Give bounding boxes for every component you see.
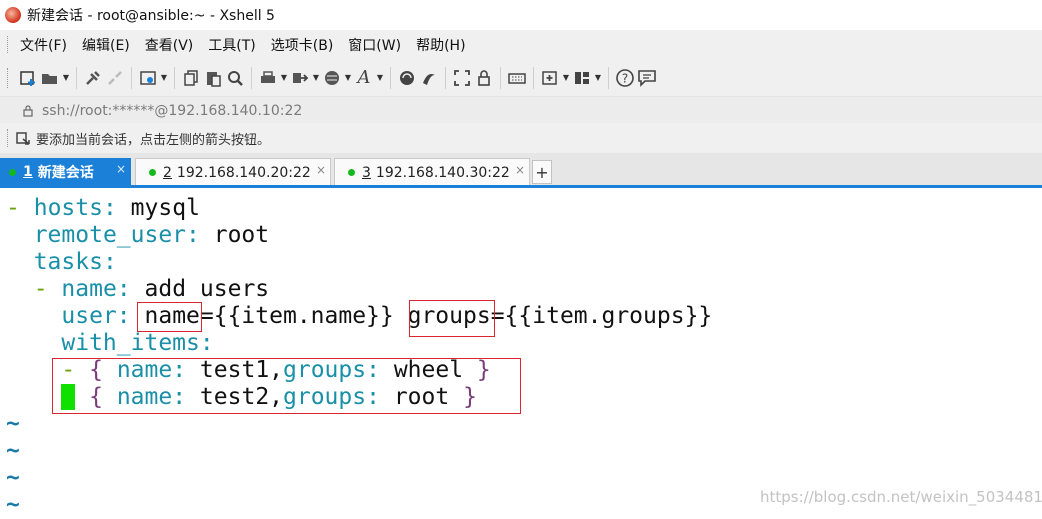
menu-file[interactable]: 文件(F) [20, 35, 67, 55]
add-tab-button[interactable]: + [532, 160, 552, 184]
connect-icon[interactable] [82, 67, 104, 89]
connected-status-icon [348, 169, 355, 176]
open-dropdown-icon[interactable]: ▼ [61, 73, 71, 82]
layout-dropdown-icon[interactable]: ▼ [593, 73, 603, 82]
toolbar-separator [174, 66, 175, 89]
svg-text:?: ? [622, 71, 628, 85]
font-dropdown-icon[interactable]: ▼ [375, 73, 385, 82]
new-tab-icon[interactable] [539, 67, 561, 89]
session-address: ssh://root:******@192.168.140.10:22 [42, 102, 303, 119]
terminal-line-2: remote_user: root [33, 222, 270, 248]
globe-icon[interactable] [321, 67, 343, 89]
new-tab-dropdown-icon[interactable]: ▼ [561, 73, 571, 82]
info-bar: 要添加当前会话，点击左侧的箭头按钮。 [0, 123, 1042, 153]
transfer-icon[interactable] [289, 67, 311, 89]
tab-close-icon[interactable]: × [515, 163, 525, 177]
groups-highlight-box [409, 300, 495, 337]
terminal-line-5: user: name={{item.name}} groups={{item.g… [61, 303, 713, 329]
terminal-empty-line: ~ [6, 438, 20, 464]
menu-window[interactable]: 窗口(W) [348, 35, 401, 55]
fullscreen-icon[interactable] [451, 67, 473, 89]
infobar-grip[interactable] [7, 129, 11, 147]
new-session-icon[interactable] [17, 67, 39, 89]
toolbar-separator [500, 66, 501, 89]
tab-close-icon[interactable]: × [116, 162, 126, 176]
toolbar: ▼ ▼ ▼ ▼ ▼ A ▼ ▼ ▼ ? [0, 59, 1042, 96]
info-text: 要添加当前会话，点击左侧的箭头按钮。 [36, 132, 271, 148]
tab-bar: 1 新建会话 × 2 192.168.140.20:22 × 3 192.168… [0, 153, 1042, 188]
properties-dropdown-icon[interactable]: ▼ [159, 73, 169, 82]
with-items-highlight-box [52, 358, 521, 414]
lock-icon[interactable] [473, 67, 495, 89]
xshell-app-icon[interactable] [5, 7, 21, 23]
toolbar-separator [131, 66, 132, 89]
window-title: 新建会话 - root@ansible:~ - Xshell 5 [27, 8, 275, 24]
disconnect-icon[interactable] [104, 67, 126, 89]
menu-view[interactable]: 查看(V) [145, 35, 194, 55]
terminal-line-4: - name: add users [33, 276, 270, 302]
add-session-arrow-icon[interactable] [15, 130, 31, 146]
terminal-empty-line: ~ [6, 465, 20, 491]
tab-number: 3 [362, 164, 371, 181]
menu-bar: 文件(F) 编辑(E) 查看(V) 工具(T) 选项卡(B) 窗口(W) 帮助(… [0, 30, 1042, 59]
tab-close-icon[interactable]: × [316, 163, 326, 177]
help-icon[interactable]: ? [614, 67, 636, 89]
toolbar-separator [251, 66, 252, 89]
xftp-icon[interactable] [396, 67, 418, 89]
connected-status-icon [149, 169, 156, 176]
terminal-empty-line: ~ [6, 492, 20, 518]
paste-icon[interactable] [202, 67, 224, 89]
lock-icon [22, 104, 34, 117]
toolbar-separator [608, 66, 609, 89]
terminal-empty-line: ~ [6, 411, 20, 437]
tab-number: 2 [163, 164, 172, 181]
tab-session-3[interactable]: 3 192.168.140.30:22 × [334, 158, 530, 186]
terminal-line-1: - hosts: mysql [6, 195, 200, 221]
tab-label: 192.168.140.20:22 [176, 164, 311, 181]
globe-dropdown-icon[interactable]: ▼ [343, 73, 353, 82]
name-highlight-box [137, 302, 202, 332]
keyboard-icon[interactable] [506, 67, 528, 89]
toolbar-separator [533, 66, 534, 89]
layout-icon[interactable] [571, 67, 593, 89]
menu-help[interactable]: 帮助(H) [416, 35, 465, 55]
properties-icon[interactable] [137, 67, 159, 89]
watermark: https://blog.csdn.net/weixin_50344814 [760, 488, 1042, 506]
terminal[interactable]: - hosts: mysql remote_user: root tasks: … [0, 188, 1042, 518]
print-dropdown-icon[interactable]: ▼ [279, 73, 289, 82]
connected-status-icon [9, 168, 16, 176]
toolbar-separator [445, 66, 446, 89]
chat-icon[interactable] [636, 67, 658, 89]
menubar-grip[interactable] [7, 36, 11, 53]
terminal-line-6: with_items: [61, 330, 214, 356]
toolbar-separator [76, 66, 77, 89]
address-bar[interactable]: ssh://root:******@192.168.140.10:22 [0, 96, 1042, 124]
tab-session-2[interactable]: 2 192.168.140.20:22 × [135, 158, 331, 186]
transfer-dropdown-icon[interactable]: ▼ [311, 73, 321, 82]
copy-icon[interactable] [180, 67, 202, 89]
menu-tab[interactable]: 选项卡(B) [271, 35, 334, 55]
open-folder-icon[interactable] [39, 67, 61, 89]
menu-edit[interactable]: 编辑(E) [82, 35, 130, 55]
script-icon[interactable] [418, 67, 440, 89]
print-icon[interactable] [257, 67, 279, 89]
font-icon[interactable]: A [353, 67, 375, 89]
tab-label: 192.168.140.30:22 [375, 164, 510, 181]
tab-session-1[interactable]: 1 新建会话 × [0, 158, 131, 186]
menu-tools[interactable]: 工具(T) [208, 35, 255, 55]
find-icon[interactable] [224, 67, 246, 89]
tab-number: 1 [23, 164, 33, 180]
title-bar: 新建会话 - root@ansible:~ - Xshell 5 [0, 0, 1042, 30]
terminal-line-3: tasks: [33, 249, 117, 275]
toolbar-separator [390, 66, 391, 89]
tab-label: 新建会话 [37, 165, 94, 181]
toolbar-grip[interactable] [7, 67, 11, 88]
